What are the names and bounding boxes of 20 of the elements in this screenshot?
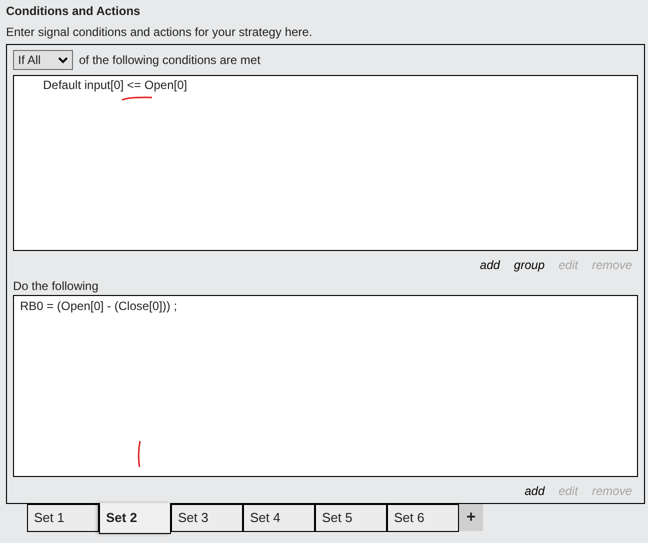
action-row[interactable]: RB0 = (Open[0] - (Close[0])) ; [14, 299, 637, 314]
set-tab[interactable]: Set 4 [243, 504, 315, 532]
conditions-label: of the following conditions are met [79, 52, 260, 69]
set-tab[interactable]: Set 5 [315, 504, 387, 532]
action-link[interactable]: add [480, 256, 500, 274]
actions-label: Do the following [13, 279, 100, 294]
annotation-mark [137, 440, 142, 468]
chevron-down-icon [58, 56, 68, 64]
set-tab[interactable]: Set 3 [171, 504, 243, 532]
annotation-mark [121, 96, 153, 101]
set-tab[interactable]: Set 2 [99, 503, 171, 534]
action-link[interactable]: group [514, 256, 545, 274]
add-tab-button[interactable]: + [459, 504, 483, 531]
mode-select[interactable]: If All [13, 50, 73, 70]
set-tab[interactable]: Set 1 [27, 504, 99, 532]
condition-row[interactable]: Default input[0] <= Open[0] [14, 78, 637, 93]
section-subtitle: Enter signal conditions and actions for your strategy here. [6, 25, 314, 40]
set-tab[interactable]: Set 6 [387, 504, 459, 532]
section-title: Conditions and Actions [6, 4, 142, 19]
action-link[interactable]: add [524, 482, 545, 500]
